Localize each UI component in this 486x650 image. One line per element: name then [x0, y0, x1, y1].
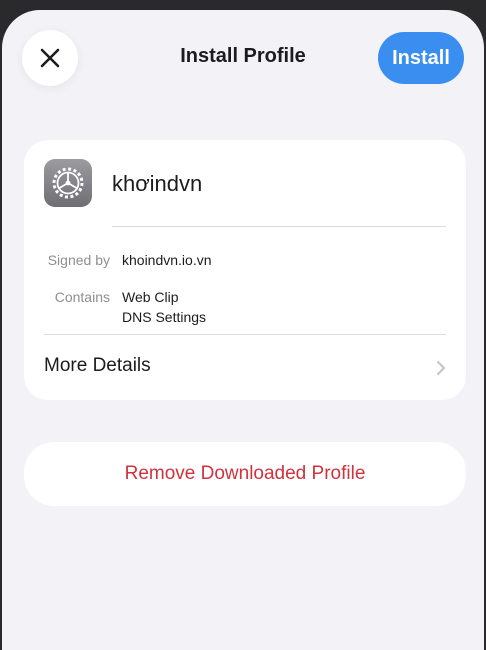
- divider: [112, 226, 446, 227]
- contains-item: Web Clip: [122, 289, 179, 305]
- remove-profile-button[interactable]: Remove Downloaded Profile: [24, 442, 466, 506]
- install-profile-sheet: Install Profile Install khơindvn Signed …: [2, 10, 484, 650]
- remove-profile-label: Remove Downloaded Profile: [124, 463, 366, 484]
- more-details-link[interactable]: More Details: [44, 355, 151, 377]
- sheet-header: Install Profile Install: [2, 10, 484, 120]
- contains-item: DNS Settings: [122, 309, 207, 325]
- profile-name: khơindvn: [112, 171, 203, 196]
- profile-card: khơindvn Signed by khoindvn.io.vn Contai…: [24, 140, 466, 400]
- signed-by-label: Signed by: [47, 252, 110, 268]
- contains-label: Contains: [54, 289, 110, 305]
- install-button[interactable]: Install: [378, 32, 464, 84]
- signed-by-value: khoindvn.io.vn: [122, 252, 212, 268]
- settings-gear-icon: [44, 159, 92, 207]
- chevron-right-icon: [437, 361, 445, 375]
- divider: [44, 334, 446, 335]
